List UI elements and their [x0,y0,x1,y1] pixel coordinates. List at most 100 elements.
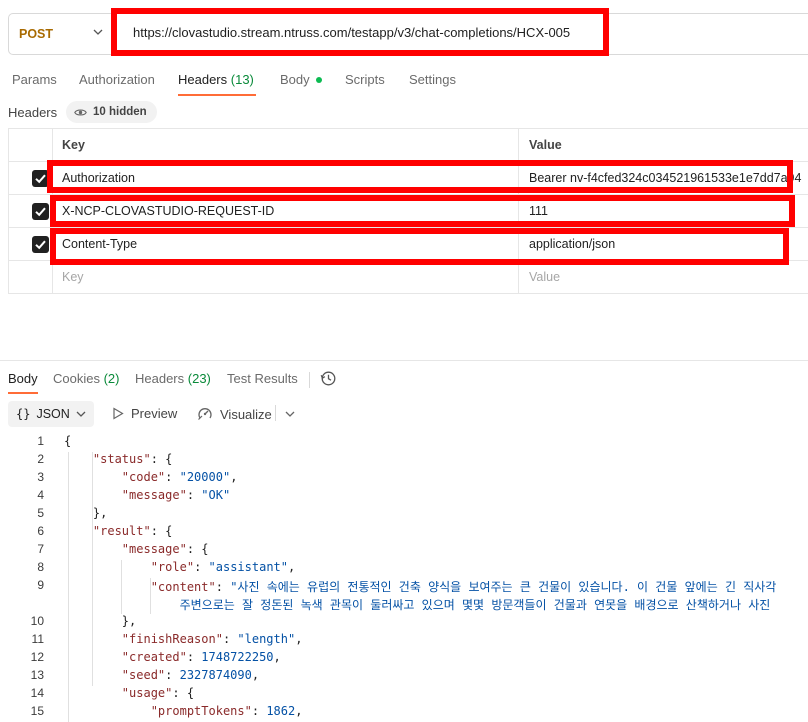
line-number: 12 [30,650,44,664]
tab-count: (13) [230,72,254,87]
header-key-input[interactable]: X-NCP-CLOVASTUDIO-REQUEST-ID [53,195,519,227]
tab-count: (23) [187,371,211,386]
format-label: JSON [36,407,70,421]
line-number: 10 [30,614,44,628]
tab-settings[interactable]: Settings [409,72,456,87]
table-row-empty: Key Value [8,261,808,294]
checkmark-icon [35,240,46,250]
chevron-down-icon[interactable] [285,409,295,419]
line-number: 4 [37,488,44,502]
code-line: "usage": { [121,686,195,700]
new-value-input[interactable]: Value [519,261,808,293]
checkbox-cell [8,195,53,227]
line-number: 13 [30,668,44,682]
line-number: 14 [30,686,44,700]
indent-guide [92,452,93,686]
preview-label: Preview [131,406,178,421]
tab-body[interactable]: Body [280,72,322,87]
modified-dot-icon [315,76,322,83]
tab-label: Headers [135,371,185,386]
header-key-input[interactable]: Authorization [53,162,519,194]
line-number: 15 [30,704,44,718]
response-tab-headers[interactable]: Headers (23) [135,371,211,386]
tab-params[interactable]: Params [12,72,57,87]
tab-label: Authorization [79,72,155,87]
hidden-count-label: 10 hidden [93,106,147,118]
code-line: "result": { [92,524,173,538]
toolbar-separator [275,405,276,421]
tab-scripts[interactable]: Scripts [345,72,385,87]
code-line: }, [64,506,108,520]
response-tab-test-results[interactable]: Test Results [227,371,298,386]
line-number: 7 [37,542,44,556]
indent-guide [68,452,69,722]
tab-count: (2) [103,371,120,386]
indent-guide [121,560,122,614]
method-label: POST [19,27,54,41]
hidden-headers-toggle[interactable]: 10 hidden [66,101,157,123]
header-value-input[interactable]: application/json [519,228,808,260]
code-line: "promptTokens": 1862, [150,704,303,718]
chevron-down-icon [76,411,86,417]
preview-button[interactable]: Preview [112,406,177,421]
key-column-header: Key [53,129,519,161]
header-key-input[interactable]: Content-Type [53,228,519,260]
eye-icon [74,108,87,116]
visualize-button[interactable]: Visualize [197,406,272,422]
visualize-icon [198,408,212,420]
chevron-down-icon [93,29,103,35]
table-row: Content-Type application/json [8,228,808,261]
tab-authorization[interactable]: Authorization [79,72,155,87]
enable-checkbox[interactable] [32,236,49,253]
visualize-label: Visualize [220,406,272,422]
tab-label: Scripts [345,72,385,87]
table-row: X-NCP-CLOVASTUDIO-REQUEST-ID 111 [8,195,808,228]
code-line: { [64,434,72,448]
history-icon[interactable] [320,370,337,387]
indent-guide [150,578,151,614]
code-line: "status": { [92,452,173,466]
active-tab-indicator [178,94,256,96]
format-select[interactable]: {} JSON [8,401,94,427]
header-value-input[interactable]: Bearer nv-f4cfed324c034521961533e1e7dd7a… [519,162,808,194]
request-tabs: Params Authorization Headers (13) Body S… [0,66,808,96]
tab-label: Headers [178,72,228,87]
enable-checkbox[interactable] [32,203,49,220]
line-number: 8 [37,560,44,574]
tab-separator [309,372,310,388]
code-line: 주변으로는 잘 정돈된 녹색 관목이 둘러싸고 있으며 몇몇 방문객들이 건물과… [64,598,771,612]
checkbox-cell [8,162,53,194]
line-number: 1 [37,434,44,448]
tab-label: Params [12,72,57,87]
code-line: "content": "사진 속에는 유럽의 전통적인 건축 양식을 보여주는 … [150,580,777,594]
line-number: 5 [37,506,44,520]
line-number: 11 [31,632,44,646]
checkmark-icon [35,174,46,184]
new-key-input[interactable]: Key [53,261,519,293]
tab-label: Body [8,371,38,386]
code-line: "seed": 2327874090, [121,668,260,682]
headers-table: Key Value Authorization Bearer nv-f4cfed… [8,128,808,294]
code-line: "created": 1748722250, [121,650,281,664]
response-divider [0,360,808,361]
enable-checkbox[interactable] [32,170,49,187]
method-select[interactable]: POST [9,14,113,54]
headers-section-label: Headers [8,105,58,120]
line-number: 6 [37,524,44,538]
line-number: 3 [37,470,44,484]
tab-label: Settings [409,72,456,87]
tab-label: Test Results [227,371,298,386]
checkmark-icon [35,207,46,217]
response-tab-body[interactable]: Body [8,371,38,386]
checkbox-cell [8,228,53,260]
header-value-input[interactable]: 111 [519,195,808,227]
url-input[interactable]: https://clovastudio.stream.ntruss.com/te… [133,25,570,40]
tab-headers[interactable]: Headers (13) [178,72,254,87]
play-icon [113,407,124,420]
response-tabs: Body Cookies (2) Headers (23) Test Resul… [0,369,808,394]
response-body-viewer[interactable]: 1 {2 "status": {3 "code": "20000", 4 "mess… [0,434,808,722]
table-header-row: Key Value [8,129,808,162]
response-tab-cookies[interactable]: Cookies (2) [53,371,119,386]
checkbox-cell [8,261,53,293]
code-line: "code": "20000", [121,470,238,484]
